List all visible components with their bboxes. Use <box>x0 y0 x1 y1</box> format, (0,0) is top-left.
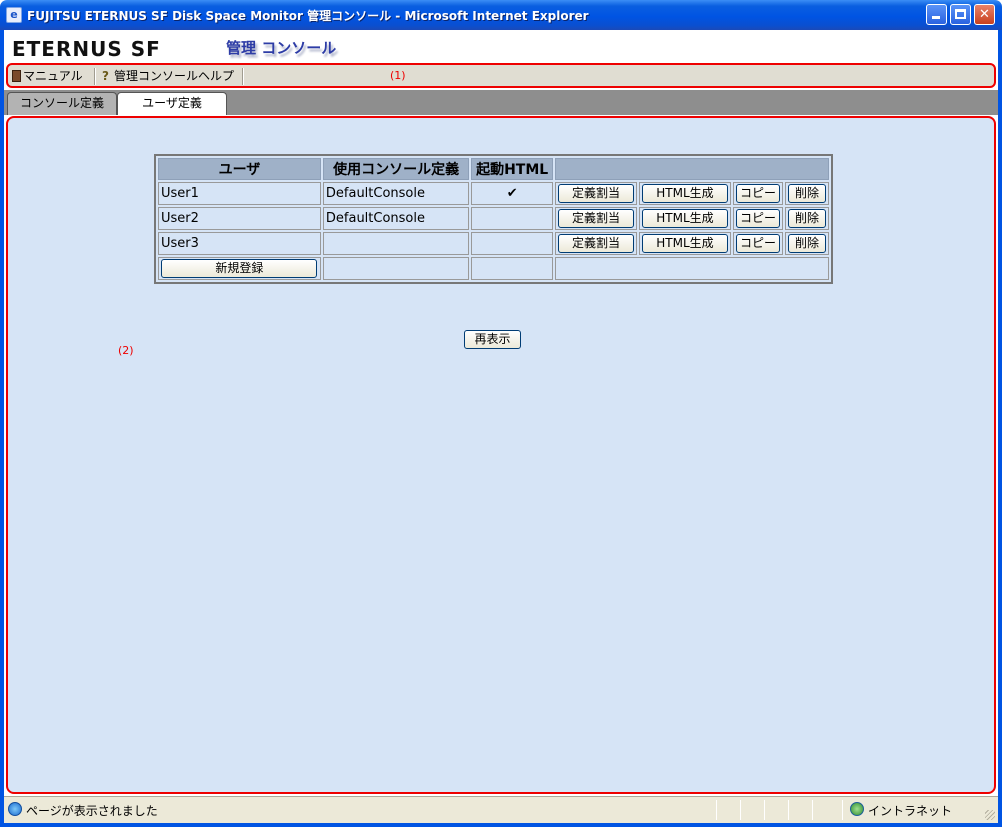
user-table: ユーザ 使用コンソール定義 起動HTML User1 DefaultConsol… <box>154 154 833 284</box>
column-header-user: ユーザ <box>158 158 321 180</box>
manual-link[interactable]: マニュアル <box>12 68 83 85</box>
table-row: User3 定義割当 HTML生成 コピー 削除 <box>158 232 829 255</box>
window-title: FUJITSU ETERNUS SF Disk Space Monitor 管理… <box>27 9 589 23</box>
eternus-logo: ETERNUS SF <box>12 37 161 61</box>
html-check-cell: ✔ <box>471 182 553 205</box>
html-check-cell <box>471 207 553 230</box>
tab-user-definition[interactable]: ユーザ定義 <box>117 92 227 115</box>
app-header: ETERNUS SF 管理 コンソール <box>4 30 998 64</box>
assign-definition-button[interactable]: 定義割当 <box>557 234 634 253</box>
status-divider <box>812 800 813 820</box>
intranet-globe-icon <box>850 802 864 816</box>
window-border-bottom <box>0 823 1002 827</box>
assign-definition-button[interactable]: 定義割当 <box>557 184 634 203</box>
table-row: User2 DefaultConsole 定義割当 HTML生成 コピー 削除 <box>158 207 829 230</box>
maximize-button[interactable] <box>950 4 971 25</box>
table-row-new: 新規登録 <box>158 257 829 280</box>
copy-button[interactable]: コピー <box>735 209 780 228</box>
help-link[interactable]: ? 管理コンソールヘルプ <box>102 68 234 85</box>
toolbar: マニュアル ? 管理コンソールヘルプ (1) <box>6 63 996 88</box>
help-icon: ? <box>102 69 109 83</box>
close-button[interactable]: ✕ <box>974 4 995 25</box>
security-zone: イントラネット <box>868 804 953 818</box>
status-text: ページが表示されました <box>26 804 158 818</box>
annotation-marker-2: (2) <box>118 344 134 357</box>
generate-html-button[interactable]: HTML生成 <box>641 184 728 203</box>
status-divider <box>740 800 741 820</box>
annotation-marker-1: (1) <box>390 69 406 82</box>
console-cell <box>322 232 470 255</box>
copy-button[interactable]: コピー <box>735 234 780 253</box>
delete-button[interactable]: 削除 <box>787 209 826 228</box>
status-divider <box>788 800 789 820</box>
user-name-cell: User3 <box>158 232 321 255</box>
column-header-actions <box>554 158 829 180</box>
status-divider <box>764 800 765 820</box>
refresh-button[interactable]: 再表示 <box>464 330 521 349</box>
window-border-left <box>0 30 4 827</box>
generate-html-button[interactable]: HTML生成 <box>641 209 728 228</box>
tab-console-definition[interactable]: コンソール定義 <box>7 92 117 115</box>
new-registration-button[interactable]: 新規登録 <box>161 259 318 278</box>
status-divider <box>716 800 717 820</box>
minimize-button[interactable] <box>926 4 947 25</box>
user-name-cell: User1 <box>158 182 321 205</box>
copy-button[interactable]: コピー <box>735 184 780 203</box>
close-icon: ✕ <box>979 7 990 22</box>
table-row: User1 DefaultConsole ✔ 定義割当 HTML生成 コピー 削… <box>158 182 829 205</box>
console-cell: DefaultConsole <box>322 207 470 230</box>
manual-label: マニュアル <box>23 69 83 83</box>
window-border-right <box>998 30 1002 827</box>
empty-cell <box>554 257 829 280</box>
resize-grip-icon[interactable] <box>985 810 995 820</box>
title-bar: e FUJITSU ETERNUS SF Disk Space Monitor … <box>0 0 1002 30</box>
delete-button[interactable]: 削除 <box>787 234 826 253</box>
empty-cell <box>322 257 470 280</box>
assign-definition-button[interactable]: 定義割当 <box>557 209 634 228</box>
delete-button[interactable]: 削除 <box>787 184 826 203</box>
main-content: ユーザ 使用コンソール定義 起動HTML User1 DefaultConsol… <box>6 116 996 794</box>
toolbar-separator <box>94 68 96 85</box>
status-divider <box>842 800 843 820</box>
generate-html-button[interactable]: HTML生成 <box>641 234 728 253</box>
status-bar: ページが表示されました イントラネット <box>4 796 998 823</box>
user-name-cell: User2 <box>158 207 321 230</box>
column-header-html: 起動HTML <box>471 158 553 180</box>
ie-icon: e <box>6 7 22 23</box>
html-check-cell <box>471 232 553 255</box>
tab-bar: コンソール定義 ユーザ定義 <box>4 90 998 115</box>
toolbar-separator <box>242 68 244 85</box>
table-header-row: ユーザ 使用コンソール定義 起動HTML <box>158 158 829 180</box>
console-cell: DefaultConsole <box>322 182 470 205</box>
book-icon <box>12 70 21 82</box>
page-icon <box>8 802 22 816</box>
empty-cell <box>471 257 553 280</box>
help-label: 管理コンソールヘルプ <box>114 69 235 83</box>
minimize-icon <box>932 16 940 19</box>
maximize-icon <box>955 9 966 19</box>
console-title: 管理 コンソール <box>226 39 337 57</box>
column-header-console: 使用コンソール定義 <box>322 158 470 180</box>
